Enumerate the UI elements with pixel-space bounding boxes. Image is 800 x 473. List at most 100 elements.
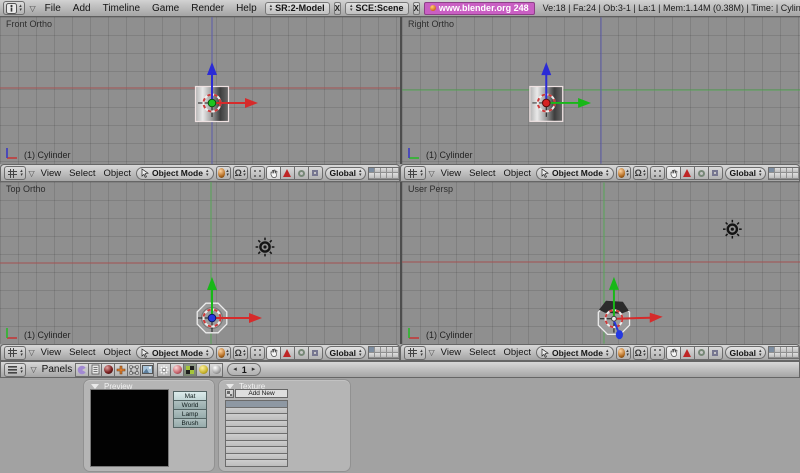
draw-type-button[interactable] bbox=[216, 166, 231, 180]
window-type-button[interactable] bbox=[3, 1, 25, 15]
collapse-menus-icon[interactable]: ▽ bbox=[29, 4, 37, 13]
draw-type-button[interactable] bbox=[216, 346, 231, 360]
layer-buttons-group-1[interactable] bbox=[768, 346, 800, 359]
menu-timeline[interactable]: Timeline bbox=[99, 3, 144, 14]
orientation-dropdown[interactable]: Global bbox=[325, 346, 367, 359]
shading-context-button[interactable] bbox=[101, 363, 115, 377]
texture-slot[interactable] bbox=[226, 408, 287, 415]
texture-slot[interactable] bbox=[226, 401, 287, 408]
menu-render[interactable]: Render bbox=[187, 3, 228, 14]
script-context-button[interactable] bbox=[88, 363, 102, 377]
manipulator-hand-button[interactable] bbox=[666, 166, 681, 180]
y-arrow-handle[interactable] bbox=[207, 277, 217, 290]
viewport-top-ortho[interactable]: Top Ortho (1) Cylinder bbox=[0, 182, 400, 344]
y-arrow-handle[interactable] bbox=[578, 98, 591, 108]
menu-select[interactable]: Select bbox=[66, 168, 98, 179]
rotate-manipulator-button[interactable] bbox=[694, 346, 709, 360]
mode-dropdown[interactable]: Object Mode bbox=[536, 346, 614, 359]
texture-buttons-button[interactable] bbox=[183, 363, 197, 377]
transform-manipulator[interactable] bbox=[207, 62, 258, 108]
texture-slot[interactable] bbox=[226, 414, 287, 421]
lamp-object[interactable] bbox=[723, 220, 742, 239]
menu-select[interactable]: Select bbox=[466, 168, 498, 179]
x-arrow-handle[interactable] bbox=[249, 313, 262, 323]
draw-type-button[interactable] bbox=[616, 346, 631, 360]
scale-manipulator-button[interactable] bbox=[308, 346, 323, 360]
texture-slot[interactable] bbox=[226, 460, 287, 466]
texture-slot[interactable] bbox=[226, 441, 287, 448]
viewport-front-ortho[interactable]: Front Ortho (1) Cylinder bbox=[0, 17, 400, 164]
menu-file[interactable]: File bbox=[41, 3, 65, 14]
scale-manipulator-button[interactable] bbox=[708, 346, 723, 360]
layer-buttons-group-1[interactable] bbox=[768, 167, 800, 180]
translate-manipulator-button[interactable] bbox=[680, 346, 695, 360]
scale-manipulator-button[interactable] bbox=[308, 166, 323, 180]
menu-game[interactable]: Game bbox=[148, 3, 183, 14]
header-collapse-icon[interactable]: ▽ bbox=[428, 348, 436, 357]
screen-delete-button[interactable]: X bbox=[334, 2, 341, 15]
snap-button[interactable] bbox=[250, 166, 265, 180]
scene-delete-button[interactable]: X bbox=[413, 2, 420, 15]
z-arrow-handle[interactable] bbox=[616, 330, 623, 339]
draw-type-button[interactable] bbox=[616, 166, 631, 180]
translate-manipulator-button[interactable] bbox=[280, 346, 295, 360]
y-arrow-handle[interactable] bbox=[609, 277, 619, 290]
mode-dropdown[interactable]: Object Mode bbox=[536, 167, 614, 180]
z-arrow-handle[interactable] bbox=[207, 62, 217, 75]
viewport-user-persp[interactable]: User Persp (1) Cylinder bbox=[400, 182, 800, 344]
texture-slot[interactable] bbox=[226, 454, 287, 461]
editor-type-button[interactable] bbox=[4, 166, 26, 180]
menu-select[interactable]: Select bbox=[466, 347, 498, 358]
texture-browse-button[interactable] bbox=[225, 389, 234, 398]
material-buttons-button[interactable] bbox=[170, 363, 184, 377]
menu-object[interactable]: Object bbox=[501, 168, 534, 179]
layer-buttons-group-1[interactable] bbox=[368, 167, 400, 180]
buttons-window-workspace[interactable]: Preview MatWorldLampBrush Texture Add Ne… bbox=[0, 378, 800, 473]
world-buttons-button[interactable] bbox=[209, 363, 223, 377]
lamp-buttons-button[interactable] bbox=[157, 363, 171, 377]
menu-object[interactable]: Object bbox=[101, 347, 134, 358]
manipulator-hand-button[interactable] bbox=[666, 346, 681, 360]
editor-type-button[interactable] bbox=[4, 346, 26, 360]
transform-manipulator[interactable] bbox=[541, 62, 591, 108]
manipulator-hand-button[interactable] bbox=[266, 166, 281, 180]
editor-type-button[interactable] bbox=[4, 363, 26, 377]
texture-slot[interactable] bbox=[226, 421, 287, 428]
menu-add[interactable]: Add bbox=[69, 3, 95, 14]
pivot-point-dropdown[interactable]: Ω bbox=[233, 346, 248, 360]
header-collapse-icon[interactable]: ▽ bbox=[428, 169, 436, 178]
mode-dropdown[interactable]: Object Mode bbox=[136, 346, 214, 359]
header-collapse-icon[interactable]: ▽ bbox=[28, 348, 36, 357]
radiosity-buttons-button[interactable] bbox=[196, 363, 210, 377]
scale-manipulator-button[interactable] bbox=[708, 166, 723, 180]
menu-object[interactable]: Object bbox=[501, 347, 534, 358]
menu-view[interactable]: View bbox=[438, 347, 464, 358]
mode-dropdown[interactable]: Object Mode bbox=[136, 167, 214, 180]
preview-type-button-brush[interactable]: Brush bbox=[173, 418, 207, 428]
screen-selector[interactable]: SR:2-Model bbox=[265, 2, 330, 15]
menu-object[interactable]: Object bbox=[101, 168, 134, 179]
frame-number-field[interactable]: ◂ 1 ▸ bbox=[227, 363, 261, 376]
object-context-button[interactable] bbox=[114, 363, 128, 377]
transform-manipulator[interactable] bbox=[207, 277, 262, 323]
orientation-dropdown[interactable]: Global bbox=[725, 167, 767, 180]
header-collapse-icon[interactable]: ▽ bbox=[28, 169, 36, 178]
blender-version-badge[interactable]: www.blender.org 248 bbox=[424, 2, 535, 15]
menu-view[interactable]: View bbox=[38, 168, 64, 179]
logic-context-button[interactable] bbox=[75, 363, 89, 377]
texture-slot[interactable] bbox=[226, 434, 287, 441]
translate-manipulator-button[interactable] bbox=[280, 166, 295, 180]
x-arrow-handle[interactable] bbox=[245, 98, 258, 108]
scene-context-button[interactable] bbox=[140, 363, 154, 377]
snap-button[interactable] bbox=[250, 346, 265, 360]
x-arrow-handle[interactable] bbox=[650, 313, 663, 323]
scene-selector[interactable]: SCE:Scene bbox=[345, 2, 409, 15]
z-arrow-handle[interactable] bbox=[541, 62, 551, 75]
rotate-manipulator-button[interactable] bbox=[294, 166, 309, 180]
snap-button[interactable] bbox=[650, 346, 665, 360]
editor-type-button[interactable] bbox=[404, 346, 426, 360]
menu-select[interactable]: Select bbox=[66, 347, 98, 358]
lamp-object[interactable] bbox=[256, 238, 275, 257]
texture-slot[interactable] bbox=[226, 447, 287, 454]
layer-buttons-group-1[interactable] bbox=[368, 346, 400, 359]
